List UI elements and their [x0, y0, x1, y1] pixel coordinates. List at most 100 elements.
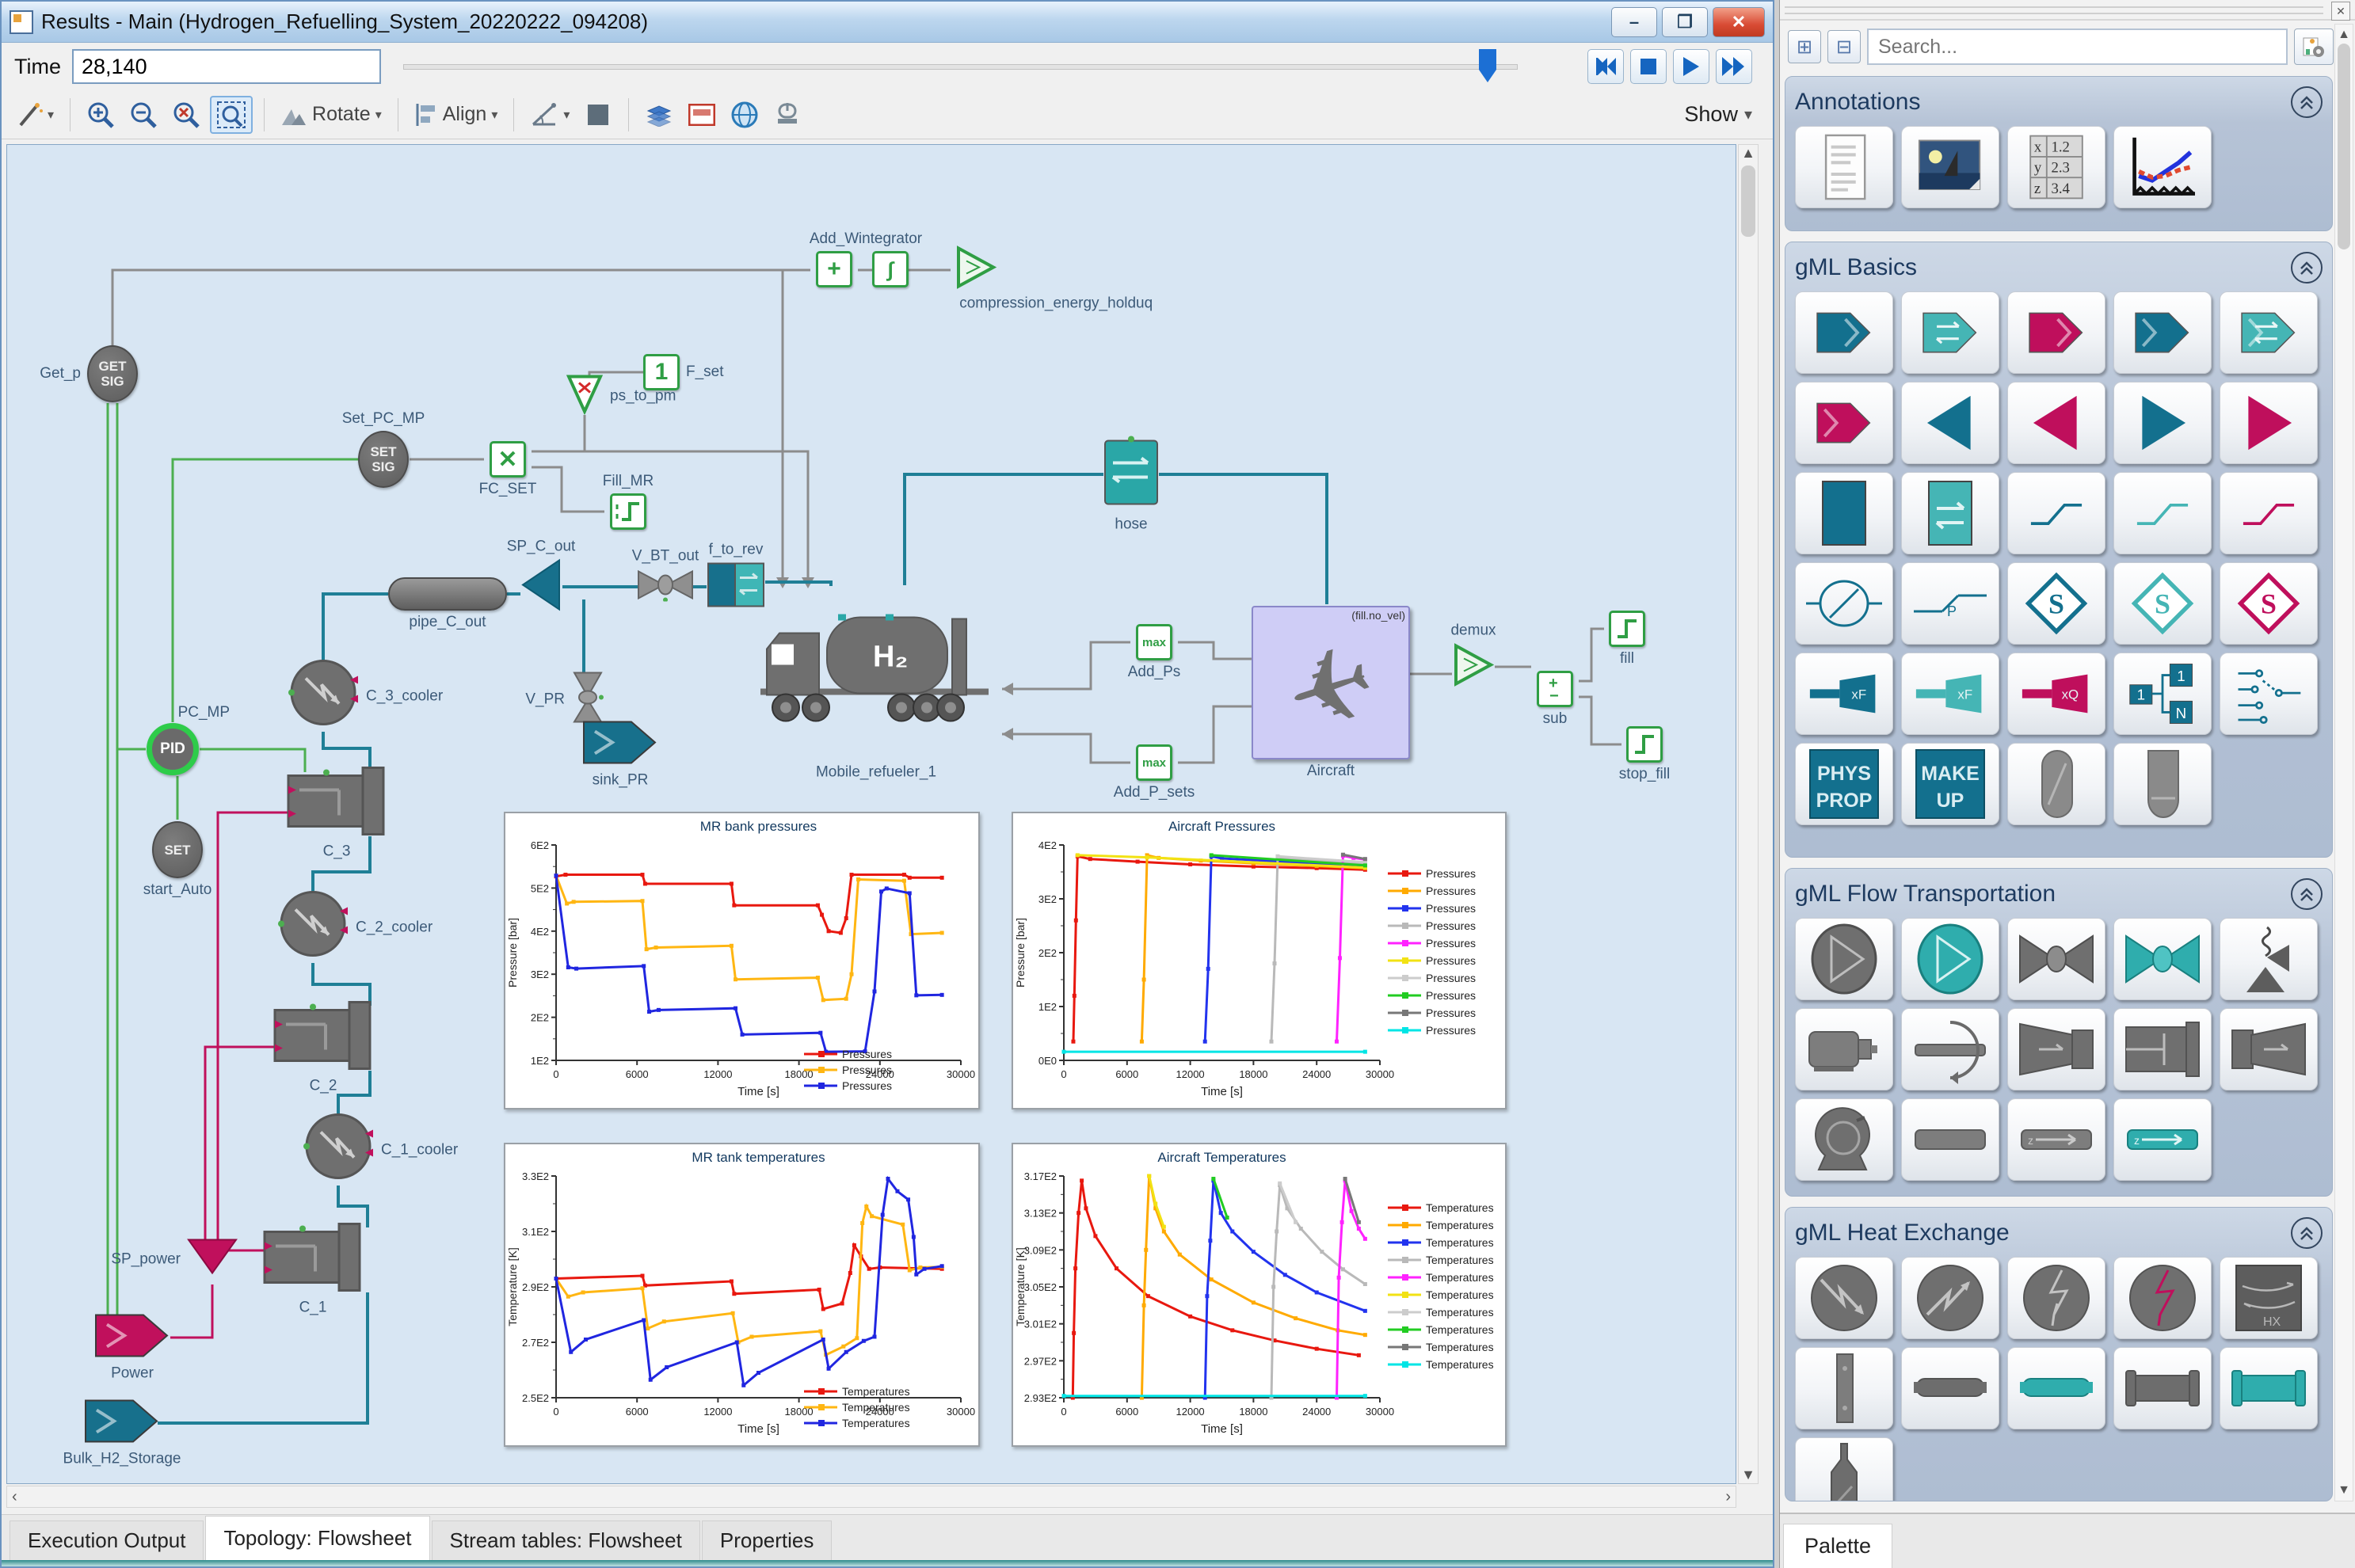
tab-properties[interactable]: Properties: [702, 1520, 833, 1560]
palette-item-make-up[interactable]: MAKEUP: [1901, 743, 1999, 825]
palette-item-junction-out-material[interactable]: [2113, 382, 2212, 464]
palette-grip[interactable]: ✕: [1780, 0, 2355, 21]
palette-item-plate-exchanger[interactable]: [1795, 1347, 1893, 1429]
palette-item-flow-multiplier-material[interactable]: xF: [1795, 653, 1893, 735]
node-PC_MP[interactable]: PIDPC_MP: [147, 723, 199, 775]
node-integrator[interactable]: ∫integrator: [872, 251, 909, 287]
time-input[interactable]: [72, 49, 381, 84]
palette-item-tube-exchanger-teal[interactable]: [2220, 1347, 2318, 1429]
palette-item-text-annotation[interactable]: [1795, 126, 1893, 208]
palette-item-spec-bidirectional[interactable]: S: [2113, 562, 2212, 645]
node-hose[interactable]: hose: [1102, 436, 1160, 513]
palette-item-image-annotation[interactable]: [1901, 126, 1999, 208]
palette-item-sink-power[interactable]: [1795, 382, 1893, 464]
palette-item-motor[interactable]: [1795, 1008, 1893, 1090]
stop-button[interactable]: [1630, 49, 1667, 84]
node-C_1_cooler[interactable]: C_1_cooler: [302, 1112, 375, 1189]
palette-item-one-to-n-multiplier[interactable]: 11N: [2113, 653, 2212, 735]
node-stop_fill[interactable]: stop_fill: [1626, 726, 1663, 763]
palette-item-heat-exchanger-power[interactable]: [2113, 1257, 2212, 1339]
collapse-section-icon[interactable]: [2291, 86, 2323, 118]
node-SP_C_out[interactable]: SP_C_out: [520, 559, 562, 615]
collapse-section-icon[interactable]: [2291, 1217, 2323, 1249]
export-button[interactable]: [768, 96, 806, 134]
palette-item-sink-bidirectional[interactable]: [2220, 291, 2318, 374]
angle-tool-button[interactable]: ▾: [525, 96, 574, 134]
tab-execution-output[interactable]: Execution Output: [10, 1520, 204, 1560]
fast-forward-button[interactable]: [1716, 49, 1752, 84]
node-start_Auto[interactable]: SETstart_Auto: [152, 821, 203, 878]
palette-item-source-material[interactable]: [1795, 291, 1893, 374]
collapse-section-icon[interactable]: [2291, 878, 2323, 910]
palette-item-source-bidirectional[interactable]: [1901, 291, 1999, 374]
palette-item-centrifugal-blower[interactable]: [1795, 1098, 1893, 1181]
node-C_2[interactable]: C_2: [273, 1001, 373, 1075]
collapse-all-button[interactable]: ⊟: [1827, 30, 1861, 63]
palette-scrollbar[interactable]: ▲▼: [2334, 24, 2353, 1501]
palette-item-tube-exchanger-gray[interactable]: [2113, 1347, 2212, 1429]
zoom-reset-button[interactable]: [167, 96, 205, 134]
node-Add_W[interactable]: +Add_W: [816, 251, 852, 287]
horizontal-scrollbar[interactable]: ‹›: [6, 1486, 1736, 1508]
align-button[interactable]: Align▾: [410, 96, 503, 134]
palette-item-spec-power[interactable]: S: [2220, 562, 2318, 645]
palette-item-cooler[interactable]: [1795, 1257, 1893, 1339]
palette-item-bidirectional-block[interactable]: [1901, 472, 1999, 554]
zoom-out-button[interactable]: [124, 96, 162, 134]
palette-item-heater[interactable]: [1901, 1257, 1999, 1339]
palette-item-holdup-block[interactable]: [1795, 472, 1893, 554]
palette-item-physical-properties[interactable]: PHYSPROP: [1795, 743, 1893, 825]
palette-item-sink-material[interactable]: [2113, 291, 2212, 374]
node-pipe_C_out[interactable]: pipe_C_out: [388, 577, 507, 611]
palette-settings-icon[interactable]: [2294, 29, 2334, 65]
palette-item-expander[interactable]: [2007, 1008, 2105, 1090]
minimize-button[interactable]: –: [1611, 7, 1657, 37]
palette-item-junction-in-material[interactable]: [1901, 382, 1999, 464]
palette-item-cylinder-vessel[interactable]: [2007, 743, 2105, 825]
palette-item-rotating-shaft[interactable]: [1901, 1008, 1999, 1090]
expand-all-button[interactable]: ⊞: [1788, 30, 1821, 63]
snapshot-button[interactable]: [683, 96, 721, 134]
play-button[interactable]: [1673, 49, 1709, 84]
palette-item-valve-gray[interactable]: [2007, 918, 2105, 1000]
node-Fill_MR[interactable]: Fill_MR: [610, 493, 646, 530]
palette-item-valve-teal[interactable]: [2113, 918, 2212, 1000]
palette-item-duty-multiplier-power[interactable]: xQ: [2007, 653, 2105, 735]
flowsheet-canvas[interactable]: +Add_W∫integratorcompression_energy_hold…: [6, 144, 1736, 1484]
search-input[interactable]: [1867, 29, 2288, 65]
palette-item-junction-in-power[interactable]: [2007, 382, 2105, 464]
palette-tab[interactable]: Palette: [1783, 1524, 1892, 1568]
node-Add_P_sets[interactable]: maxAdd_P_sets: [1136, 744, 1172, 781]
node-Mobile_refueler_1[interactable]: H₂Mobile_refueler_1: [753, 588, 1000, 761]
palette-item-chart-annotation[interactable]: [2113, 126, 2212, 208]
palette-item-connector-power[interactable]: [2220, 472, 2318, 554]
palette-item-flow-multiplier-bidirectional[interactable]: xF: [1901, 653, 1999, 735]
tab-topology-flowsheet[interactable]: Topology: Flowsheet: [205, 1516, 429, 1560]
palette-item-source-power[interactable]: [2007, 291, 2105, 374]
node-C_3[interactable]: C_3: [287, 767, 387, 840]
node-F_set[interactable]: 1F_set: [643, 354, 680, 390]
collapse-section-icon[interactable]: [2291, 252, 2323, 284]
node-V_BT_out[interactable]: V_BT_out: [637, 569, 694, 606]
node-FC_SET[interactable]: ✕FC_SET: [490, 441, 526, 478]
palette-item-heat-exchanger-circle[interactable]: [2007, 1257, 2105, 1339]
time-slider-pin[interactable]: [1479, 49, 1496, 82]
fill-color-button[interactable]: [579, 96, 617, 134]
node-SP_power[interactable]: SP_power: [187, 1239, 238, 1281]
palette-item-spec-material[interactable]: S: [2007, 562, 2105, 645]
palette-item-pipe-flow[interactable]: z: [2007, 1098, 2105, 1181]
edit-mode-button[interactable]: ▾: [11, 96, 59, 134]
palette-item-table-annotation[interactable]: x1.2y2.3z3.4: [2007, 126, 2105, 208]
palette-item-signal-selector[interactable]: [2220, 653, 2318, 735]
palette-item-pipe-flow-teal[interactable]: z: [2113, 1098, 2212, 1181]
palette-item-expander-reverse[interactable]: [2220, 1008, 2318, 1090]
palette-item-pump-gray[interactable]: [1795, 918, 1893, 1000]
time-slider[interactable]: [403, 49, 1565, 84]
palette-item-rounded-vessel[interactable]: [2113, 743, 2212, 825]
palette-item-sensor[interactable]: [1795, 562, 1893, 645]
node-sub[interactable]: +−sub: [1537, 671, 1573, 707]
palette-item-shell-exchanger-gray[interactable]: [1901, 1347, 1999, 1429]
node-C_2_cooler[interactable]: C_2_cooler: [276, 889, 349, 966]
palette-item-hx-counter-current[interactable]: HX: [2220, 1257, 2318, 1339]
restore-button[interactable]: ❐: [1662, 7, 1708, 37]
